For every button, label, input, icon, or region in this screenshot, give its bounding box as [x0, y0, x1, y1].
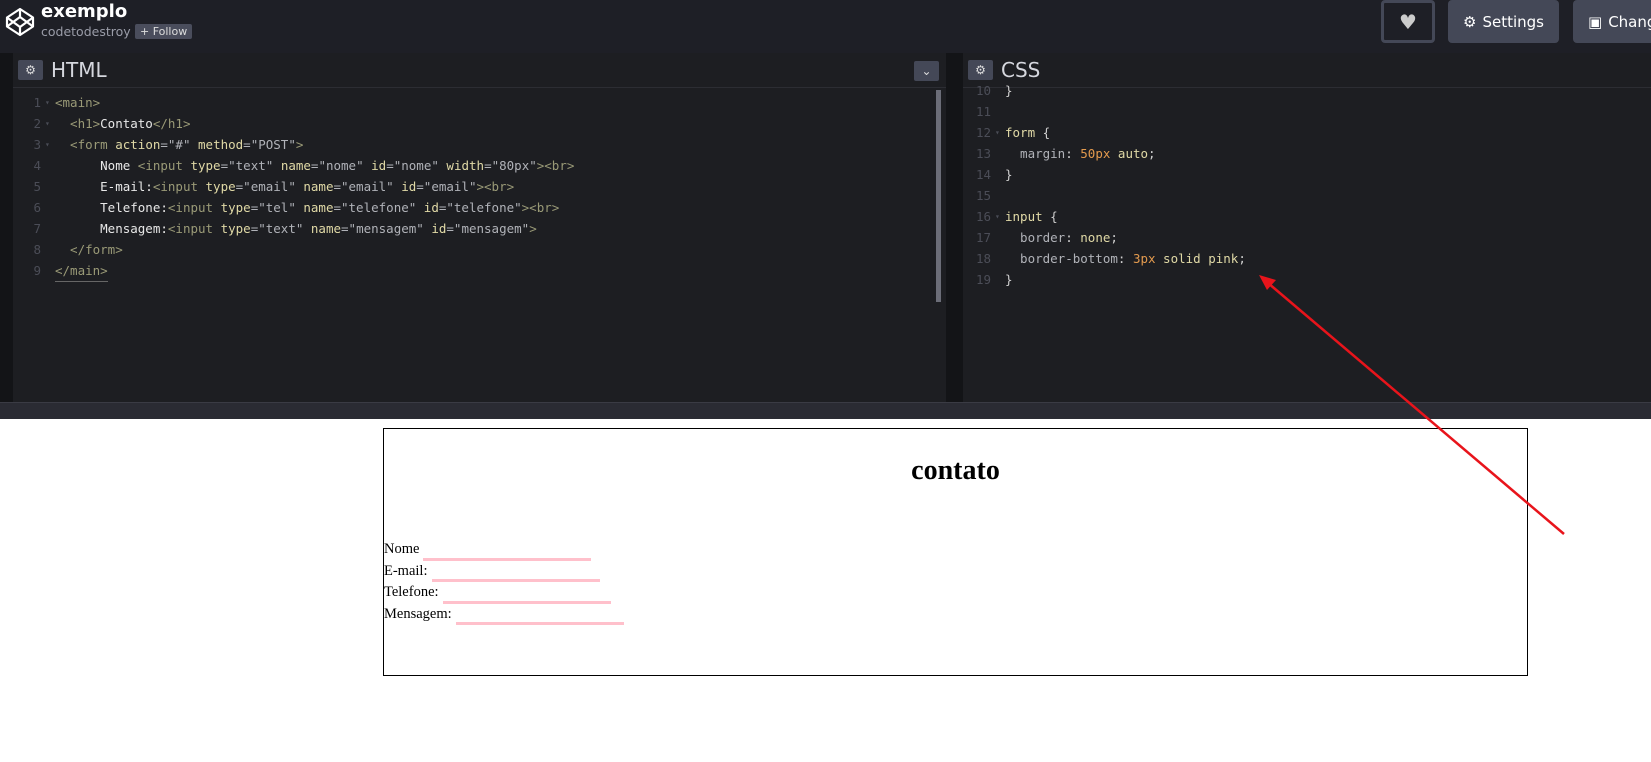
- annotation-arrow-icon: [1259, 275, 1565, 535]
